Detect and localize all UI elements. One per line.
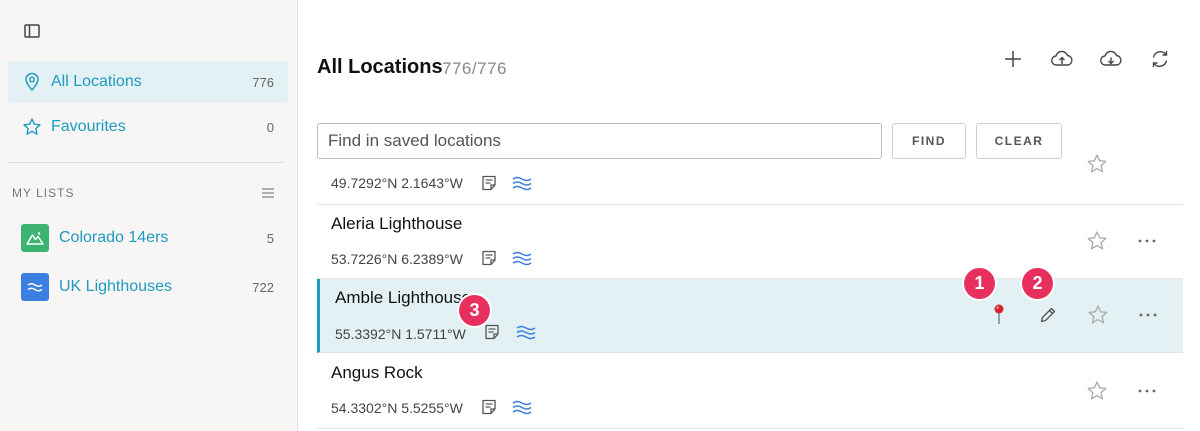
list-label: UK Lighthouses [59, 278, 172, 295]
favourite-star-icon[interactable] [1085, 152, 1109, 176]
more-options-icon[interactable] [1135, 229, 1159, 253]
note-icon [480, 398, 498, 416]
waves-icon [515, 323, 537, 341]
list-count: 722 [252, 279, 274, 295]
waves-icon [21, 273, 49, 301]
waves-icon [511, 249, 533, 267]
clear-button[interactable]: CLEAR [976, 123, 1062, 159]
cloud-upload-icon[interactable] [1049, 46, 1075, 72]
sidebar-toggle-icon[interactable] [22, 21, 42, 41]
location-name: Angus Rock [331, 363, 423, 382]
note-icon [480, 249, 498, 267]
list-count: 5 [266, 230, 274, 246]
nav-label: All Locations [51, 73, 142, 90]
list-item-uk-lighthouses[interactable]: UK Lighthouses 722 [8, 264, 288, 310]
refresh-icon[interactable] [1147, 46, 1173, 72]
coordinates: 55.3392°N 1.5711°W [335, 326, 466, 342]
location-row[interactable]: 49.7292°N 2.1643°W [317, 154, 1183, 205]
list-item-colorado-14ers[interactable]: Colorado 14ers 5 [8, 215, 288, 261]
more-options-icon[interactable] [1135, 379, 1159, 403]
star-icon [22, 117, 42, 137]
coordinates: 49.7292°N 2.1643°W [331, 175, 463, 191]
favourite-star-icon[interactable] [1085, 379, 1109, 403]
callout-badge: 1 [964, 268, 995, 299]
note-icon [480, 174, 498, 192]
location-name: Aleria Lighthouse [331, 214, 463, 233]
waves-icon [511, 398, 533, 416]
location-pin-icon [22, 72, 42, 92]
favourite-star-icon[interactable] [1085, 229, 1109, 253]
callout-badge: 3 [459, 295, 490, 326]
location-row[interactable]: Aleria Lighthouse 53.7226°N 6.2389°W [317, 205, 1183, 279]
more-options-icon[interactable] [1136, 303, 1160, 327]
list-label: Colorado 14ers [59, 229, 169, 246]
hamburger-menu-icon[interactable] [260, 186, 276, 200]
location-row[interactable]: Angus Rock 54.3302°N 5.5255°W [317, 353, 1183, 429]
nav-count: 0 [266, 119, 274, 135]
nav-all-locations[interactable]: All Locations 776 [8, 61, 288, 103]
callout-badge: 2 [1022, 268, 1053, 299]
edit-pencil-icon[interactable] [1036, 303, 1060, 327]
search-input[interactable] [317, 123, 882, 159]
nav-count: 776 [252, 74, 274, 90]
find-button[interactable]: FIND [892, 123, 966, 159]
sidebar: All Locations 776 Favourites 0 MY LISTS … [0, 0, 298, 431]
nav-label: Favourites [51, 118, 126, 135]
favourite-star-icon[interactable] [1086, 303, 1110, 327]
cloud-download-icon[interactable] [1098, 46, 1124, 72]
sidebar-divider [8, 162, 284, 163]
waves-icon [511, 174, 533, 192]
location-name: Amble Lighthouse [335, 288, 472, 307]
location-row-selected[interactable]: Amble Lighthouse 55.3392°N 1.5711°W [317, 279, 1183, 353]
coordinates: 53.7226°N 6.2389°W [331, 251, 463, 267]
nav-favourites[interactable]: Favourites 0 [8, 106, 288, 148]
page-title: All Locations [317, 56, 443, 78]
location-count: 776/776 [442, 59, 507, 78]
add-icon[interactable] [1000, 46, 1026, 72]
note-icon[interactable] [483, 323, 501, 341]
my-lists-header: MY LISTS [12, 186, 276, 200]
mountain-icon [21, 224, 49, 252]
coordinates: 54.3302°N 5.5255°W [331, 400, 463, 416]
map-pin-icon[interactable] [987, 303, 1011, 327]
section-title: MY LISTS [12, 186, 75, 200]
